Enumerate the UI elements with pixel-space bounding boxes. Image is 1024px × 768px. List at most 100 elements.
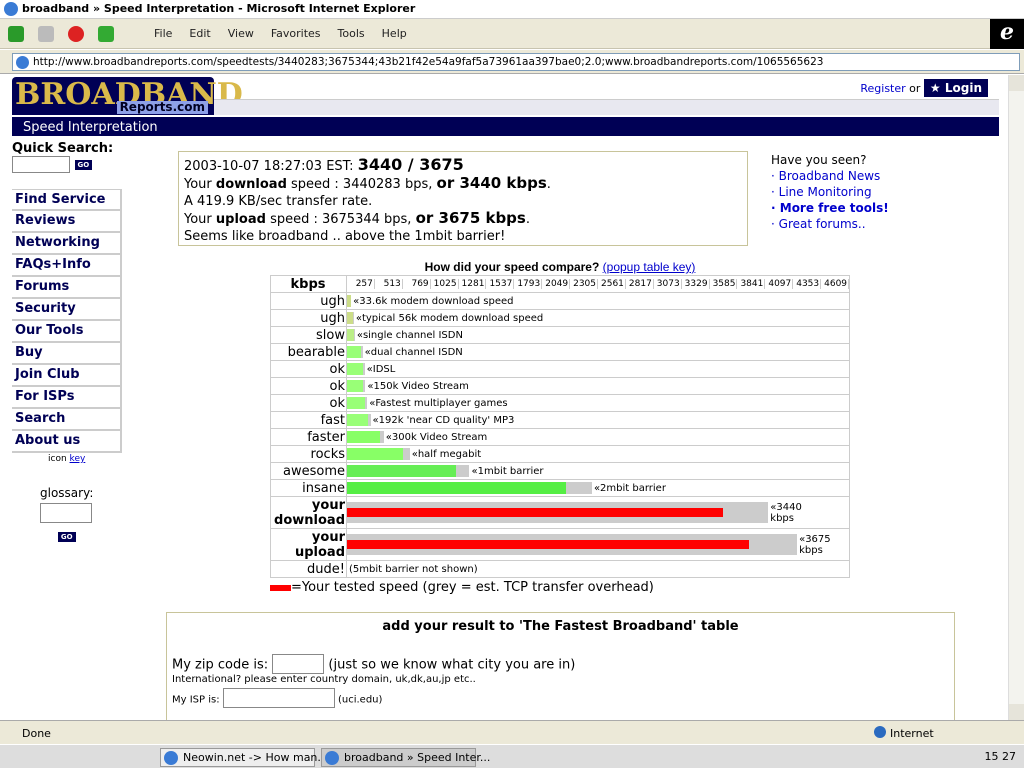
sidebar-item-buy[interactable]: Buy <box>12 343 122 365</box>
address-input[interactable]: http://www.broadbandreports.com/speedtes… <box>12 53 1020 71</box>
tick-label: 3073 <box>654 279 682 289</box>
window-title: broadband » Speed Interpretation - Micro… <box>0 0 1024 19</box>
glossary-go[interactable]: GO <box>57 531 76 542</box>
status-bar: Done Internet <box>0 720 1024 744</box>
axis-label: kbps <box>270 275 347 293</box>
tick-label: 4097 <box>765 279 794 289</box>
tick-label: 769 <box>403 279 431 289</box>
taskbar: Neowin.net -> How man... broadband » Spe… <box>0 744 1024 768</box>
sidebar-item-for-isps[interactable]: For ISPs <box>12 387 122 409</box>
have-seen-link[interactable]: · Great forums.. <box>771 216 889 232</box>
tick-label: 2561 <box>598 279 626 289</box>
scrollbar[interactable] <box>1008 75 1024 720</box>
chart-row: ok «IDSL <box>270 360 850 378</box>
sidebar-item-faqs-info[interactable]: FAQs+Info <box>12 255 122 277</box>
scroll-down[interactable] <box>1009 704 1024 720</box>
isp-input[interactable] <box>222 688 335 708</box>
sidebar-item-security[interactable]: Security <box>12 299 122 321</box>
speed-bar <box>347 465 457 477</box>
row-label: fast <box>270 411 347 429</box>
row-note: «single channel ISDN <box>356 329 463 341</box>
row-note: «Fastest multiplayer games <box>369 397 508 409</box>
quick-search-go[interactable]: GO <box>74 159 93 170</box>
speed-bar <box>347 397 366 409</box>
overhead-bar <box>347 363 365 375</box>
tick-label: 4353 <box>793 279 822 289</box>
sidebar-item-networking[interactable]: Networking <box>12 233 122 255</box>
zip-input[interactable] <box>272 654 325 674</box>
tick-label: 2305 <box>570 279 599 289</box>
overhead-bar <box>347 295 352 307</box>
chart-row: ugh «typical 56k modem download speed <box>270 309 850 327</box>
chart-row: faster «300k Video Stream <box>270 428 850 446</box>
refresh-icon[interactable] <box>98 26 114 42</box>
menu-file[interactable]: File <box>154 27 172 40</box>
speed-bar <box>347 414 368 426</box>
chart-row: your upload «3675 kbps <box>270 528 850 561</box>
chart-row: insane «2mbit barrier <box>270 479 850 497</box>
menu-tools[interactable]: Tools <box>338 27 365 40</box>
chart-row: your download «3440 kbps <box>270 496 850 529</box>
speed-chart: kbps 257 513 769 1025 1281 1537 1793 2049 2305 256… <box>270 275 850 578</box>
sidebar-item-forums[interactable]: Forums <box>12 277 122 299</box>
sidebar-item-our-tools[interactable]: Our Tools <box>12 321 122 343</box>
quick-search: Quick Search: GO <box>12 141 113 173</box>
taskbar-item[interactable]: Neowin.net -> How man... <box>160 748 328 767</box>
sidebar-item-about-us[interactable]: About us <box>12 431 122 453</box>
chart-row: rocks «half megabit <box>270 445 850 463</box>
tick-label: 2049 <box>542 279 571 289</box>
overhead-bar <box>347 380 366 392</box>
row-note: «150k Video Stream <box>367 380 469 392</box>
row-note: «3675 kbps <box>799 533 831 556</box>
sidebar-item-find-service[interactable]: Find Service <box>12 189 122 211</box>
icon-key-link[interactable]: key <box>70 454 86 464</box>
chart-row: ok «150k Video Stream <box>270 377 850 395</box>
row-note: «3440 kbps <box>770 501 802 524</box>
glossary-input[interactable] <box>40 503 92 523</box>
chart-row: fast «192k 'near CD quality' MP3 <box>270 411 850 429</box>
register-link[interactable]: Register <box>860 82 905 95</box>
tick-label: 3585 <box>710 279 738 289</box>
have-seen-link[interactable]: · Line Monitoring <box>771 184 889 200</box>
row-note: «33.6k modem download speed <box>353 295 514 307</box>
site-logo[interactable]: BROADBAND Reports.com <box>12 77 243 115</box>
have-seen-link[interactable]: · More free tools! <box>771 200 889 216</box>
sidebar-item-join-club[interactable]: Join Club <box>12 365 122 387</box>
speed-bar <box>347 312 354 324</box>
sidebar-item-search[interactable]: Search <box>12 409 122 431</box>
scroll-up[interactable] <box>1009 75 1024 91</box>
menu-view[interactable]: View <box>228 27 254 40</box>
chart-legend: =Your tested speed (grey = est. TCP tran… <box>270 580 654 595</box>
menu-help[interactable]: Help <box>382 27 407 40</box>
taskbar-item-active[interactable]: broadband » Speed Inter... <box>321 748 490 767</box>
quick-search-input[interactable] <box>12 156 70 173</box>
ie-icon <box>4 2 18 16</box>
have-seen-link[interactable]: · Broadband News <box>771 168 889 184</box>
login-button[interactable]: ★ Login <box>923 79 988 97</box>
row-label: ok <box>270 394 347 412</box>
menu-favorites[interactable]: Favorites <box>271 27 321 40</box>
stop-icon[interactable] <box>68 26 84 42</box>
section-title: Speed Interpretation <box>12 117 999 136</box>
row-label: ugh <box>270 309 347 327</box>
menu-edit[interactable]: Edit <box>189 27 210 40</box>
row-label: awesome <box>270 462 347 480</box>
speed-result: 2003-10-07 18:27:03 EST: 3440 / 3675 You… <box>178 151 748 246</box>
chart-row: ugh «33.6k modem download speed <box>270 292 850 310</box>
tick-label: 1793 <box>514 279 543 289</box>
row-note: «dual channel ISDN <box>364 346 463 358</box>
overhead-bar <box>347 534 798 555</box>
forward-icon[interactable] <box>38 26 54 42</box>
ie-icon <box>325 751 339 765</box>
row-note: «300k Video Stream <box>385 431 488 443</box>
back-icon[interactable] <box>8 26 24 42</box>
ie-logo: e <box>990 19 1024 49</box>
globe-icon <box>874 726 886 738</box>
sidebar-item-reviews[interactable]: Reviews <box>12 211 122 233</box>
chart-header: kbps 257 513 769 1025 1281 1537 1793 2049 2305 256… <box>270 275 850 293</box>
speed-bar <box>347 431 380 443</box>
overhead-bar <box>347 346 363 358</box>
add-result-form: add your result to 'The Fastest Broadban… <box>166 612 955 720</box>
popup-key-link[interactable]: (popup table key) <box>603 260 696 274</box>
chart-row: dude! (5mbit barrier not shown) <box>270 560 850 578</box>
